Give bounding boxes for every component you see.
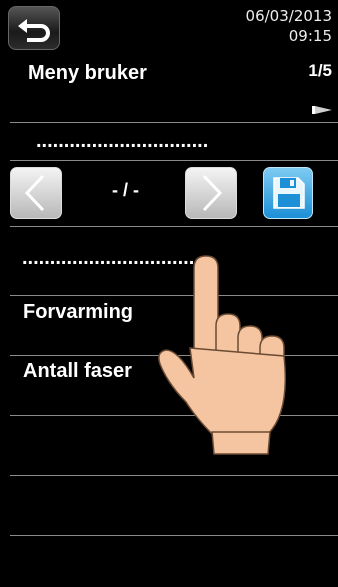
menu-item-antall-faser[interactable]: Antall faser [23, 360, 132, 383]
range-indicator: - / - [112, 180, 139, 200]
next-page-arrow-icon[interactable] [312, 102, 332, 120]
back-button[interactable] [8, 6, 60, 50]
divider [10, 535, 338, 536]
save-button[interactable] [263, 167, 313, 219]
page-title: Meny bruker [28, 62, 147, 84]
date-display: 06/03/2013 [245, 7, 332, 25]
chevron-right-icon [202, 174, 223, 212]
time-display: 09:15 [288, 27, 332, 45]
previous-button[interactable] [10, 167, 62, 219]
page-indicator: 1/5 [308, 61, 332, 80]
menu-item-forvarming[interactable]: Forvarming [23, 301, 133, 324]
divider [10, 475, 338, 476]
divider [10, 160, 338, 161]
floppy-disk-icon [273, 177, 305, 209]
back-arrow-icon [18, 19, 50, 42]
next-button[interactable] [185, 167, 237, 219]
chevron-left-icon [24, 174, 45, 212]
pointing-hand-icon [150, 252, 300, 462]
divider [10, 122, 338, 123]
divider [10, 226, 338, 227]
selected-value: ............................... [36, 130, 209, 152]
